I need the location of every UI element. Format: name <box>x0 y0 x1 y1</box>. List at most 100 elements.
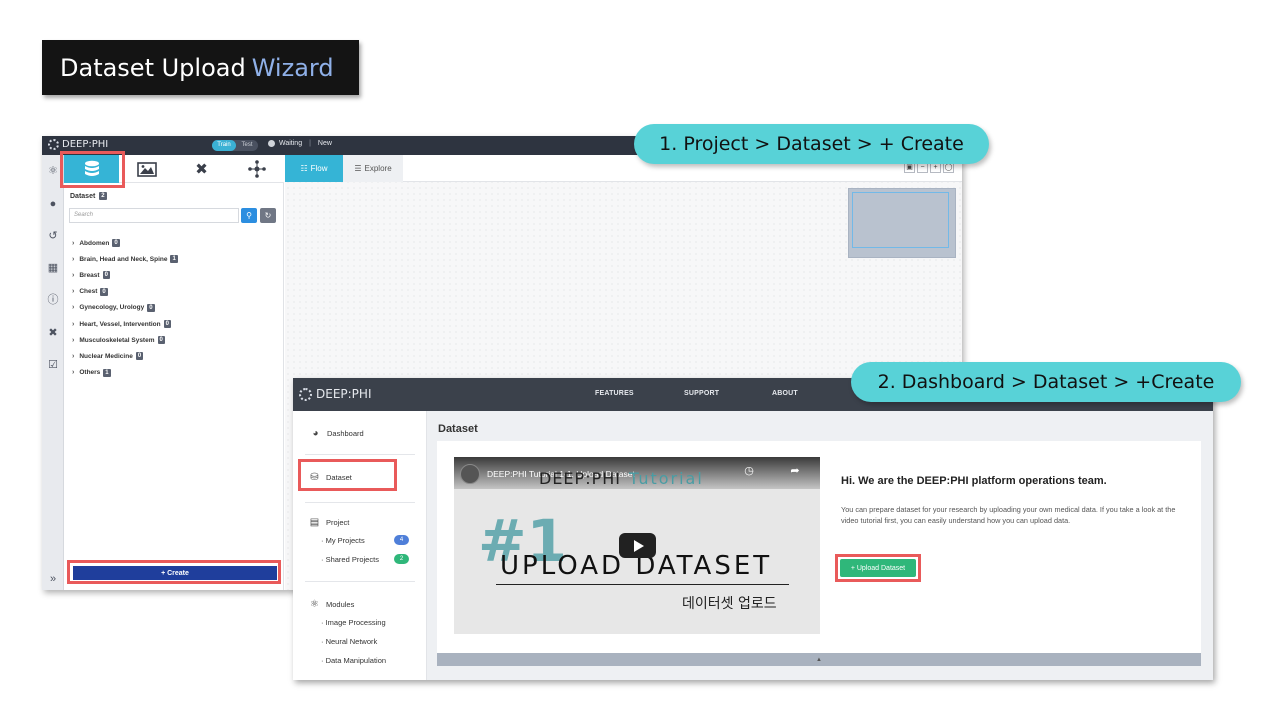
tab-flow-label: Flow <box>310 164 328 173</box>
search-button[interactable]: ⚲ <box>241 208 257 223</box>
upload-dataset-button[interactable]: + Upload Dataset <box>840 559 916 577</box>
sidebar-item-data-manipulation[interactable]: · Data Manipulation <box>321 656 386 665</box>
tab-network[interactable] <box>229 155 284 183</box>
sidebar-item-dashboard[interactable]: ◕ Dashboard <box>310 428 363 439</box>
sidebar-item-image-processing[interactable]: · Image Processing <box>321 618 386 627</box>
tree-item[interactable]: › Others 1 <box>72 365 178 381</box>
dashboard-main: Dataset DEEP:PHI Tutorial 1-1. Upload Da… <box>427 411 1213 680</box>
network-icon <box>247 160 266 178</box>
intro-description: You can prepare dataset for your researc… <box>841 505 1176 525</box>
nav-about[interactable]: ABOUT <box>772 390 798 397</box>
clipboard-icon: ▤ <box>309 517 320 528</box>
tree-item[interactable]: › Brain, Head and Neck, Spine 1 <box>72 251 178 267</box>
modules-icon[interactable]: ⚛ <box>47 165 59 177</box>
tree-item[interactable]: › Breast 0 <box>72 267 178 283</box>
tools-icon[interactable]: ✖ <box>47 327 59 339</box>
minimap-viewport[interactable] <box>852 192 949 248</box>
sidebar-item-modules[interactable]: ⚛ Modules <box>309 599 354 610</box>
tree-item-label: Abdomen <box>79 239 110 247</box>
video-subtitle: 데이터셋 업로드 <box>682 596 777 612</box>
deepphi-logo[interactable]: DEEP:PHI <box>48 139 108 150</box>
highlight-dataset-tab <box>60 151 125 188</box>
tree-item[interactable]: › Nuclear Medicine 0 <box>72 348 178 364</box>
user-icon[interactable]: ● <box>47 198 59 210</box>
tab-flow[interactable]: ☷ Flow <box>285 155 343 182</box>
slide-title-main: Dataset Upload <box>60 53 246 82</box>
tree-item[interactable]: › Abdomen 0 <box>72 235 178 251</box>
project-status: Waiting | New <box>268 140 332 147</box>
dataset-header-label: Dataset <box>70 192 96 200</box>
tree-item[interactable]: › Heart, Vessel, Intervention 0 <box>72 316 178 332</box>
tab-image[interactable] <box>119 155 174 183</box>
collapse-bar[interactable]: ▲ <box>437 653 1201 666</box>
tab-explore[interactable]: ☰ Explore <box>343 155 403 182</box>
tree-item[interactable]: › Chest 0 <box>72 284 178 300</box>
test-option[interactable]: Test <box>236 140 258 151</box>
tree-item-count: 0 <box>163 320 171 329</box>
dataset-intro-card: DEEP:PHI Tutorial 1-1. Upload Dataset ◷ … <box>437 441 1201 653</box>
sidebar-item-label: Project <box>326 518 350 527</box>
tree-item-label: Brain, Head and Neck, Spine <box>79 255 168 263</box>
video-brand-name: DEEP:PHI <box>539 469 621 488</box>
sidebar-item-label: · Image Processing <box>321 618 386 627</box>
sidebar-item-shared-projects[interactable]: · Shared Projects 2 <box>321 554 409 564</box>
tree-item-label: Nuclear Medicine <box>79 352 133 360</box>
logo-icon <box>48 139 59 150</box>
chevron-right-icon: › <box>72 304 75 312</box>
tree-item[interactable]: › Musculoskeletal System 0 <box>72 332 178 348</box>
chevron-up-icon: ▲ <box>816 656 822 663</box>
play-button[interactable] <box>619 533 656 558</box>
train-test-toggle[interactable]: Train Test <box>212 140 258 151</box>
callout-step-1: 1. Project > Dataset > + Create <box>634 124 989 164</box>
tree-item-label: Others <box>79 369 101 377</box>
chevron-right-icon: › <box>72 336 75 344</box>
tree-item-label: Gynecology, Urology <box>79 304 145 312</box>
slide-title-accent: Wizard <box>251 53 334 82</box>
info-icon[interactable]: ⓘ <box>47 294 59 306</box>
chevron-right-icon: › <box>72 369 75 377</box>
sidebar-item-project[interactable]: ▤ Project <box>309 517 350 528</box>
tree-item-count: 1 <box>103 368 111 377</box>
history-icon[interactable]: ↺ <box>47 230 59 242</box>
sidebar-item-my-projects[interactable]: · My Projects 4 <box>321 535 409 545</box>
page-title: Dataset <box>438 423 478 435</box>
tutorial-video[interactable]: DEEP:PHI Tutorial 1-1. Upload Dataset ◷ … <box>454 457 820 634</box>
callout-step-2: 2. Dashboard > Dataset > +Create <box>851 362 1241 402</box>
nav-support[interactable]: SUPPORT <box>684 390 719 397</box>
sidebar-item-neural-network[interactable]: · Neural Network <box>321 637 377 646</box>
refresh-button[interactable]: ↻ <box>260 208 276 223</box>
chevron-right-icon: › <box>72 255 75 263</box>
tree-item-count: 0 <box>100 287 108 296</box>
checklist-icon[interactable]: ☑ <box>47 359 59 371</box>
minimap[interactable] <box>848 188 956 258</box>
watch-later-icon[interactable]: ◷ <box>742 464 756 478</box>
file-add-icon[interactable]: ▦ <box>47 262 59 274</box>
tree-item-count: 0 <box>135 352 144 361</box>
tree-item-label: Musculoskeletal System <box>79 336 155 344</box>
tree-item-count: 0 <box>147 303 155 312</box>
sidebar-divider <box>305 454 415 455</box>
modules-icon: ⚛ <box>310 599 319 610</box>
nav-features[interactable]: FEATURES <box>595 390 634 397</box>
status-separator: | <box>309 140 311 147</box>
dataset-panel: ✖ Dataset 2 Search ⚲ ↻ ›Abdomen0 ›Bra <box>64 155 284 590</box>
dataset-search-input[interactable]: Search <box>69 208 239 223</box>
train-option[interactable]: Train <box>212 140 236 151</box>
tab-tools[interactable]: ✖ <box>174 155 229 183</box>
deepphi-logo[interactable]: DEEP:PHI <box>299 387 371 401</box>
share-icon[interactable]: ➦ <box>788 464 802 478</box>
tree-item-count: 1 <box>170 255 178 264</box>
chevron-right-icon: › <box>72 288 75 296</box>
tree-item-label: Heart, Vessel, Intervention <box>79 320 161 328</box>
tree-item[interactable]: › Gynecology, Urology 0 <box>72 300 178 316</box>
intro-heading: Hi. We are the DEEP:PHI platform operati… <box>841 475 1107 487</box>
chevron-right-icon: › <box>72 271 75 279</box>
chevron-right-icon: › <box>72 239 75 247</box>
logo-text: DEEP:PHI <box>62 139 109 150</box>
dataset-count-badge: 2 <box>99 192 107 200</box>
channel-avatar[interactable] <box>460 464 480 484</box>
expand-icon[interactable]: » <box>47 573 59 585</box>
image-icon <box>136 161 157 177</box>
left-rail: ⚛ ● ↺ ▦ ⓘ ✖ ☑ » <box>42 155 64 590</box>
my-projects-count: 4 <box>394 535 409 545</box>
